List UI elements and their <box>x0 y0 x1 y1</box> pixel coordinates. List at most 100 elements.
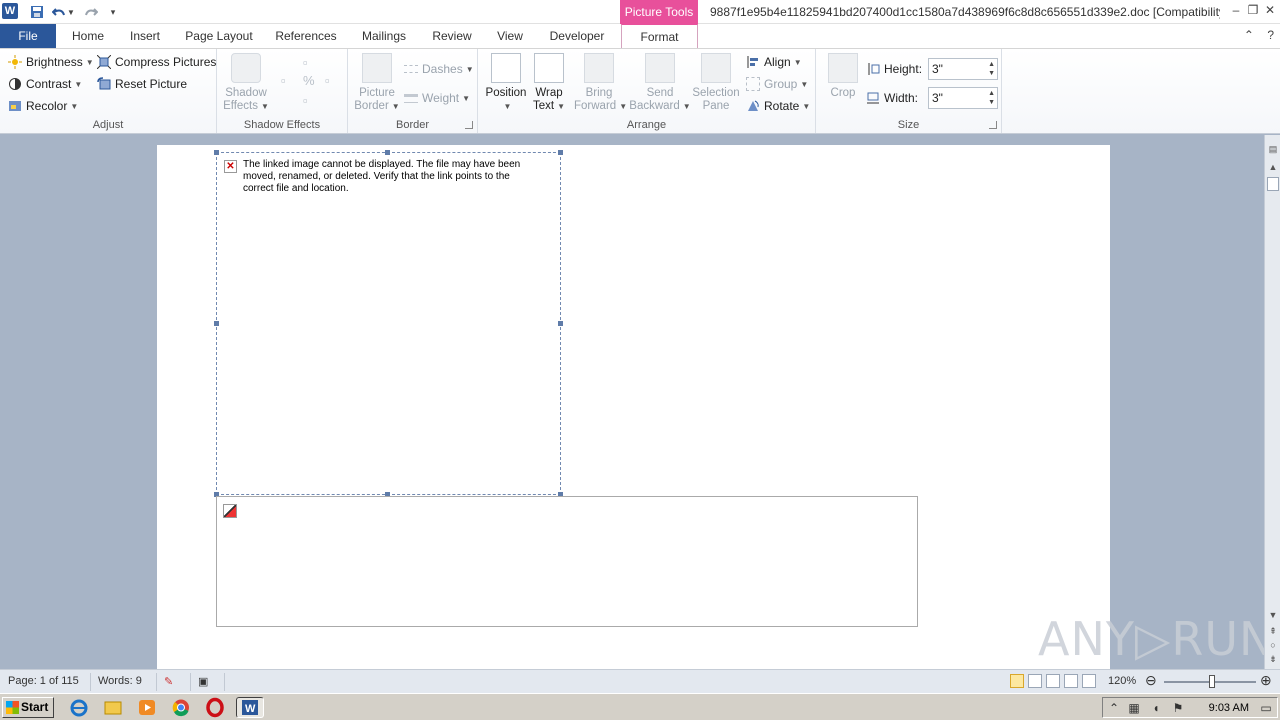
tab-review[interactable]: Review <box>424 24 480 48</box>
minimize-ribbon-icon[interactable]: ⌃ <box>1244 28 1254 42</box>
show-hidden-icons-icon[interactable]: ⌃ <box>1107 701 1121 715</box>
clock[interactable]: 9:03 AM <box>1209 702 1249 714</box>
shadow-toggle-icon[interactable]: % <box>303 73 315 88</box>
broken-linked-image[interactable]: ✕ The linked image cannot be displayed. … <box>214 150 563 497</box>
chevron-down-icon: ▼ <box>391 102 400 111</box>
macro-recording-icon[interactable]: ▣ <box>198 675 208 688</box>
selection-pane-button[interactable]: Selection Pane <box>690 53 742 113</box>
chevron-down-icon: ▼ <box>465 64 474 74</box>
chrome-icon[interactable] <box>170 697 192 718</box>
tab-insert[interactable]: Insert <box>120 24 170 48</box>
resize-handle-right[interactable] <box>558 321 563 326</box>
page-count[interactable]: Page: 1 of 115 <box>8 675 79 687</box>
bring-forward-button[interactable]: Bring Forward ▼ <box>574 53 627 113</box>
print-layout-view-icon[interactable] <box>1010 674 1024 688</box>
network-icon[interactable]: ▦ <box>1127 701 1141 715</box>
draft-view-icon[interactable] <box>1082 674 1096 688</box>
reset-picture-button[interactable]: Reset Picture <box>97 74 187 94</box>
resize-handle-top[interactable] <box>385 150 390 155</box>
previous-page-icon[interactable]: ⇞ <box>1267 625 1279 637</box>
position-icon <box>491 53 521 83</box>
opera-icon[interactable] <box>204 697 226 718</box>
customize-quick-access-icon[interactable]: ▾ <box>104 3 122 21</box>
tab-developer[interactable]: Developer <box>540 24 614 48</box>
tab-references[interactable]: References <box>268 24 344 48</box>
internet-explorer-icon[interactable] <box>68 697 90 718</box>
compress-pictures-button[interactable]: Compress Pictures <box>96 52 216 72</box>
group-size: Crop Height: 3" ▲ ▼ Width: 3" ▲ ▼ Size <box>816 49 1002 133</box>
picture-border-button[interactable]: Picture Border ▼ <box>352 53 402 113</box>
windows-logo-icon <box>6 701 19 714</box>
show-desktop-icon[interactable]: ▭ <box>1259 701 1273 715</box>
document-page[interactable]: ✕ The linked image cannot be displayed. … <box>157 145 1110 669</box>
zoom-slider[interactable] <box>1164 675 1256 688</box>
tab-mailings[interactable]: Mailings <box>352 24 416 48</box>
chevron-down-icon: ▼ <box>74 79 83 89</box>
resize-handle-top-right[interactable] <box>558 150 563 155</box>
width-input[interactable]: 3" ▲ ▼ <box>928 87 998 109</box>
scrollbar-thumb[interactable] <box>1267 177 1279 191</box>
nudge-shadow-right-icon[interactable]: ▫ <box>325 73 330 88</box>
volume-icon[interactable]: ◖ <box>1149 701 1163 715</box>
brightness-button[interactable]: Brightness ▼ <box>8 52 94 72</box>
next-page-icon[interactable]: ⇟ <box>1267 653 1279 665</box>
wrap-text-button[interactable]: Wrap Text ▼ <box>524 53 574 113</box>
web-layout-view-icon[interactable] <box>1046 674 1060 688</box>
save-icon[interactable] <box>28 3 46 21</box>
restore-icon[interactable]: ❐ <box>1245 2 1261 18</box>
select-browse-object-icon[interactable]: ○ <box>1267 639 1279 651</box>
width-spinner-arrows-icon[interactable]: ▲ ▼ <box>988 89 995 107</box>
zoom-in-icon[interactable]: ⊕ <box>1260 672 1272 689</box>
align-button[interactable]: Align ▼ <box>746 52 802 72</box>
nudge-shadow-down-icon[interactable]: ▫ <box>303 93 308 108</box>
weight-button[interactable]: Weight ▼ <box>404 88 470 108</box>
outline-view-icon[interactable] <box>1064 674 1078 688</box>
word-app-icon[interactable]: W <box>2 3 18 19</box>
group-shadow-effects: Shadow Effects ▼ ▫ ▫ % ▫ ▫ Shadow Effects <box>217 49 348 133</box>
zoom-level[interactable]: 120% <box>1108 675 1136 687</box>
media-player-icon[interactable] <box>136 697 158 718</box>
undo-dropdown-icon[interactable]: ▼ <box>66 3 76 21</box>
crop-icon <box>828 53 858 83</box>
file-explorer-icon[interactable] <box>102 697 124 718</box>
tab-home[interactable]: Home <box>62 24 114 48</box>
proofing-icon[interactable]: ✎ <box>164 675 173 688</box>
tab-file[interactable]: File <box>0 24 56 48</box>
word-taskbar-button[interactable]: W <box>236 697 264 718</box>
dashes-button[interactable]: Dashes ▼ <box>404 59 474 79</box>
nudge-shadow-up-icon[interactable]: ▫ <box>303 55 308 70</box>
group-button[interactable]: Group ▼ <box>746 74 808 94</box>
resize-handle-left[interactable] <box>214 321 219 326</box>
ruler-toggle-icon[interactable]: ▤ <box>1267 143 1279 155</box>
crop-button[interactable]: Crop <box>818 53 868 100</box>
scrollbar-down-icon[interactable]: ▼ <box>1267 609 1279 621</box>
shadow-effects-button[interactable]: Shadow Effects ▼ <box>221 53 271 113</box>
rotate-button[interactable]: Rotate ▼ <box>746 96 810 116</box>
minimize-icon[interactable]: – <box>1228 2 1244 18</box>
tab-page-layout[interactable]: Page Layout <box>180 24 258 48</box>
nudge-shadow-left-icon[interactable]: ▫ <box>281 73 286 88</box>
resize-handle-top-left[interactable] <box>214 150 219 155</box>
height-input[interactable]: 3" ▲ ▼ <box>928 58 998 80</box>
help-icon[interactable]: ? <box>1267 28 1274 42</box>
redo-icon[interactable] <box>82 3 100 21</box>
zoom-out-icon[interactable]: ⊖ <box>1145 672 1157 689</box>
vertical-scrollbar[interactable]: ▤ ▲ ▼ ⇞ ○ ⇟ <box>1264 135 1280 669</box>
recolor-button[interactable]: Recolor ▼ <box>8 96 78 116</box>
tab-format[interactable]: Format <box>621 24 698 48</box>
bring-forward-icon <box>584 53 614 83</box>
contrast-button[interactable]: Contrast ▼ <box>8 74 82 94</box>
start-button[interactable]: Start <box>2 697 54 718</box>
word-count[interactable]: Words: 9 <box>98 675 142 687</box>
full-screen-reading-view-icon[interactable] <box>1028 674 1042 688</box>
tab-view[interactable]: View <box>488 24 532 48</box>
zoom-slider-thumb[interactable] <box>1208 675 1215 688</box>
send-backward-button[interactable]: Send Backward ▼ <box>628 53 692 113</box>
svg-text:W: W <box>245 703 256 715</box>
close-icon[interactable]: ✕ <box>1262 2 1278 18</box>
group-label-border: Border <box>395 119 430 131</box>
height-spinner-arrows-icon[interactable]: ▲ ▼ <box>988 60 995 78</box>
image-placeholder[interactable] <box>216 496 918 627</box>
scrollbar-up-icon[interactable]: ▲ <box>1267 161 1279 173</box>
action-center-flag-icon[interactable]: ⚑ <box>1171 701 1185 715</box>
